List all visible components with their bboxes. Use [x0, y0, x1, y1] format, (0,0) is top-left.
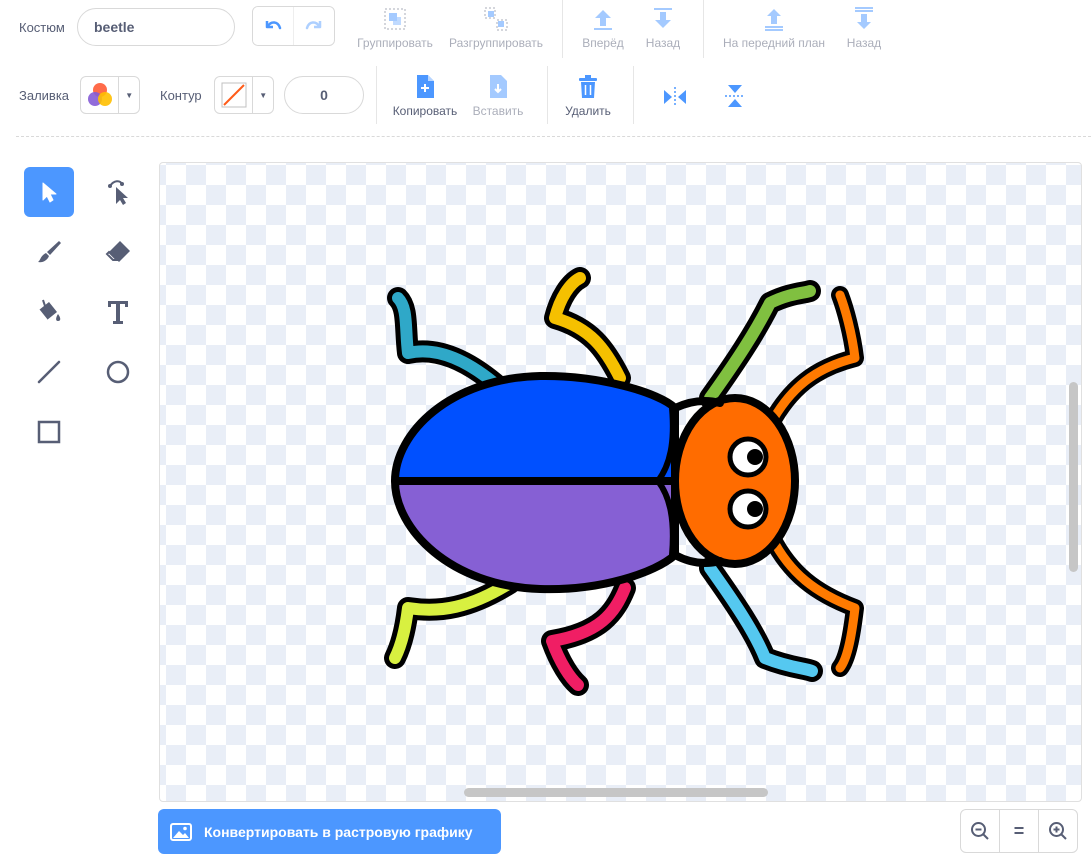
flip-vertical-icon	[725, 85, 745, 107]
group-label: Группировать	[357, 36, 433, 50]
undo-redo-group	[252, 6, 335, 46]
flip-horizontal-button[interactable]	[660, 82, 690, 112]
circle-icon	[106, 360, 130, 384]
zoom-out-button[interactable]	[960, 809, 1000, 853]
circle-tool[interactable]	[93, 347, 143, 397]
zoom-out-icon	[971, 822, 989, 840]
outline-color-picker[interactable]: ▼	[214, 76, 274, 114]
toolbar-divider	[16, 136, 1091, 137]
forward-button[interactable]: Вперёд	[578, 6, 628, 50]
paste-label: Вставить	[472, 104, 524, 118]
outline-width-input[interactable]: 0	[284, 76, 364, 114]
paint-canvas[interactable]	[159, 162, 1082, 802]
zoom-reset-label: =	[1013, 820, 1025, 841]
horizontal-scrollbar[interactable]	[464, 788, 768, 797]
delete-label: Удалить	[565, 104, 611, 118]
fill-color-picker[interactable]: ▼	[80, 76, 140, 114]
forward-icon	[594, 10, 612, 30]
delete-button[interactable]: Удалить	[561, 74, 615, 118]
ungroup-label: Разгруппировать	[448, 36, 543, 50]
ungroup-icon	[484, 7, 508, 31]
group-icon	[384, 8, 406, 30]
undo-button[interactable]	[253, 7, 293, 45]
zoom-in-button[interactable]	[1038, 809, 1078, 853]
reshape-icon	[108, 180, 128, 205]
backward-label: Назад	[645, 36, 681, 50]
vertical-scrollbar[interactable]	[1069, 382, 1078, 572]
text-icon	[108, 301, 128, 324]
redo-icon	[305, 21, 322, 30]
brush-icon	[38, 241, 61, 263]
outline-dropdown-caret[interactable]: ▼	[252, 77, 273, 113]
fill-swatch-icon	[87, 83, 112, 106]
forward-label: Вперёд	[582, 36, 624, 50]
copy-icon	[417, 75, 434, 98]
convert-to-bitmap-button[interactable]: Конвертировать в растровую графику	[158, 809, 501, 854]
back-label: Назад	[846, 36, 882, 50]
flip-horizontal-icon	[664, 87, 686, 107]
trash-icon	[579, 75, 597, 98]
convert-label: Конвертировать в растровую графику	[204, 823, 473, 840]
ungroup-button[interactable]: Разгруппировать	[446, 6, 546, 50]
backward-icon	[654, 8, 672, 28]
zoom-reset-button[interactable]: =	[999, 809, 1039, 853]
copy-button[interactable]: Копировать	[390, 74, 460, 118]
costume-label: Костюм	[19, 20, 65, 35]
zoom-in-icon	[1049, 822, 1067, 840]
back-icon	[855, 7, 873, 29]
fill-label: Заливка	[19, 88, 70, 103]
costume-name-input[interactable]: beetle	[77, 8, 235, 46]
eraser-tool[interactable]	[93, 227, 143, 277]
image-icon	[170, 822, 192, 841]
paste-button[interactable]: Вставить	[470, 74, 526, 118]
bring-to-front-button[interactable]: На передний план	[718, 6, 830, 50]
backward-button[interactable]: Назад	[640, 6, 686, 50]
outline-label: Контур	[160, 88, 202, 103]
send-to-back-button[interactable]: Назад	[842, 6, 886, 50]
beetle-sprite[interactable]	[160, 163, 1082, 802]
group-button[interactable]: Группировать	[355, 6, 435, 50]
flip-vertical-button[interactable]	[720, 80, 750, 112]
line-icon	[37, 360, 61, 384]
redo-button[interactable]	[293, 7, 334, 45]
copy-label: Копировать	[392, 104, 458, 118]
reshape-tool[interactable]	[93, 167, 143, 217]
arrow-pointer-icon	[42, 182, 57, 203]
select-tool[interactable]	[24, 167, 74, 217]
front-label: На передний план	[722, 36, 826, 50]
rectangle-icon	[37, 420, 61, 444]
paste-icon	[490, 75, 507, 98]
eraser-icon	[105, 241, 130, 262]
front-icon	[765, 9, 783, 31]
paint-bucket-icon	[38, 299, 61, 321]
fill-tool[interactable]	[24, 287, 74, 337]
text-tool[interactable]	[93, 287, 143, 337]
undo-icon	[265, 21, 282, 30]
rectangle-tool[interactable]	[24, 407, 74, 457]
fill-dropdown-caret[interactable]: ▼	[118, 77, 139, 113]
brush-tool[interactable]	[24, 227, 74, 277]
line-tool[interactable]	[24, 347, 74, 397]
no-color-icon	[221, 82, 247, 108]
